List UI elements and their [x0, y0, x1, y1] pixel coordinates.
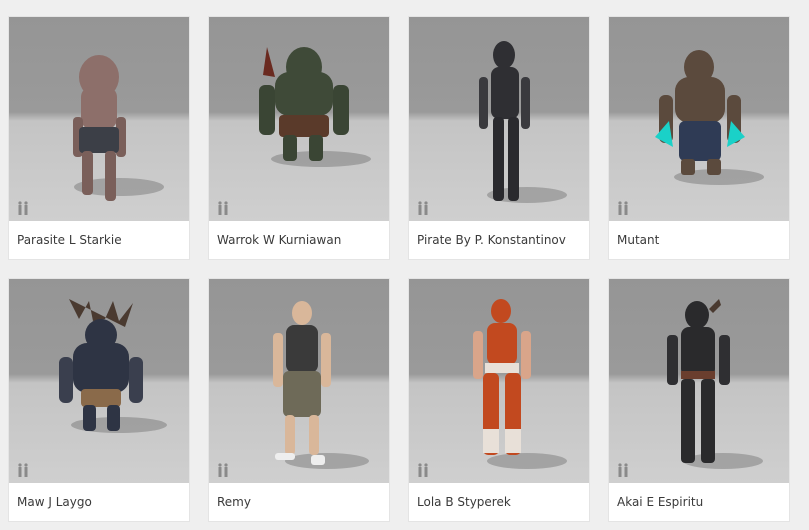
- character-grid: Parasite L Starkie Warrok W Kurniawan Pi…: [0, 0, 809, 530]
- character-card-pirate[interactable]: Pirate By P. Konstantinov: [409, 17, 589, 259]
- character-card-mutant[interactable]: Mutant: [609, 17, 789, 259]
- character-figure-icon: [259, 47, 371, 167]
- character-figure-icon: [59, 299, 167, 433]
- people-icon: [218, 463, 228, 477]
- character-figure-icon: [273, 301, 369, 469]
- character-thumbnail[interactable]: [409, 17, 589, 221]
- character-name: Lola B Styperek: [417, 495, 511, 509]
- character-figure-icon: [667, 299, 763, 469]
- people-icon: [218, 201, 228, 215]
- character-card-remy[interactable]: Remy: [209, 279, 389, 521]
- character-name: Akai E Espiritu: [617, 495, 704, 509]
- character-thumbnail[interactable]: [409, 279, 589, 483]
- people-icon: [418, 463, 428, 477]
- character-name: Mutant: [617, 233, 660, 247]
- character-figure-icon: [655, 50, 764, 185]
- character-card-maw[interactable]: Maw J Laygo: [9, 279, 189, 521]
- character-card-parasite[interactable]: Parasite L Starkie: [9, 17, 189, 259]
- people-icon: [618, 463, 628, 477]
- character-thumbnail[interactable]: [9, 17, 189, 221]
- people-icon: [18, 201, 28, 215]
- character-card-lola[interactable]: Lola B Styperek: [409, 279, 589, 521]
- people-icon: [18, 463, 28, 477]
- character-thumbnail[interactable]: [209, 279, 389, 483]
- character-card-akai[interactable]: Akai E Espiritu: [609, 279, 789, 521]
- character-thumbnail[interactable]: [9, 279, 189, 483]
- character-name: Parasite L Starkie: [17, 233, 122, 247]
- character-name: Remy: [217, 495, 251, 509]
- character-name: Maw J Laygo: [17, 495, 92, 509]
- people-icon: [618, 201, 628, 215]
- character-thumbnail[interactable]: [209, 17, 389, 221]
- character-thumbnail[interactable]: [609, 17, 789, 221]
- character-figure-icon: [473, 299, 567, 469]
- character-name: Warrok W Kurniawan: [217, 233, 342, 247]
- character-figure-icon: [479, 41, 567, 203]
- character-card-warrok[interactable]: Warrok W Kurniawan: [209, 17, 389, 259]
- character-figure-icon: [73, 55, 164, 201]
- people-icon: [418, 201, 428, 215]
- character-thumbnail[interactable]: [609, 279, 789, 483]
- character-name: Pirate By P. Konstantinov: [417, 233, 566, 247]
